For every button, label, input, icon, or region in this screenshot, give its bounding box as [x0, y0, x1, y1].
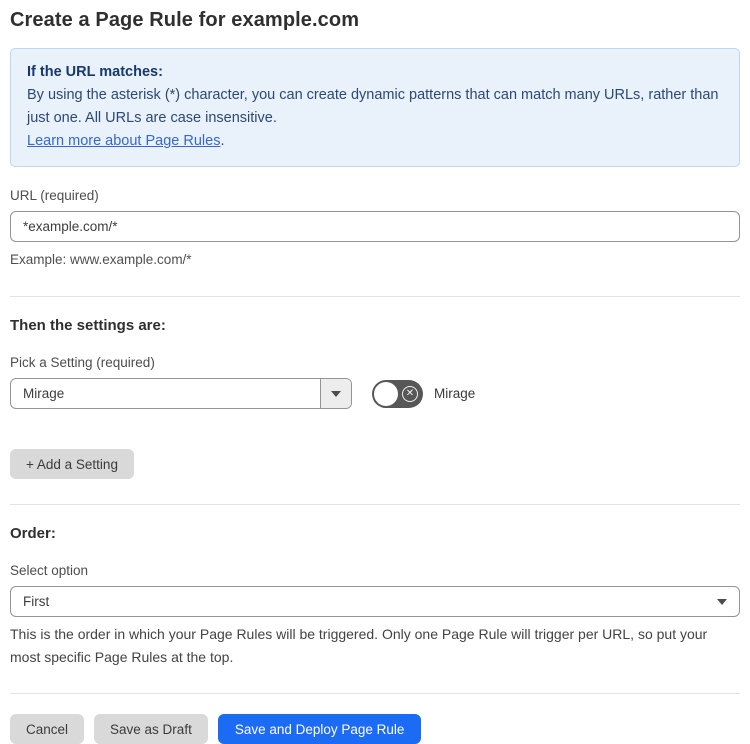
info-box-heading: If the URL matches: — [27, 64, 163, 80]
learn-more-link[interactable]: Learn more about Page Rules — [27, 133, 220, 149]
order-select[interactable]: First — [10, 586, 740, 617]
setting-picker-caret-button[interactable] — [320, 379, 351, 408]
footer-actions: Cancel Save as Draft Save and Deploy Pag… — [10, 714, 740, 744]
divider — [10, 693, 740, 694]
divider — [10, 504, 740, 505]
setting-picker-dropdown[interactable]: Mirage — [10, 378, 352, 409]
save-as-draft-button[interactable]: Save as Draft — [94, 714, 208, 744]
url-match-info-box: If the URL matches: By using the asteris… — [10, 48, 740, 167]
caret-down-icon — [717, 598, 727, 605]
settings-section-heading: Then the settings are: — [10, 317, 166, 334]
url-example-helper: Example: www.example.com/* — [10, 252, 192, 267]
toggle-label: Mirage — [434, 386, 476, 401]
link-period: . — [220, 133, 225, 149]
setting-row: Mirage ✕ Mirage — [10, 378, 740, 409]
pick-setting-label: Pick a Setting (required) — [10, 355, 155, 370]
add-setting-button[interactable]: + Add a Setting — [10, 449, 134, 479]
order-select-value: First — [23, 594, 50, 609]
create-page-rule-form: Create a Page Rule for example.com If th… — [0, 0, 750, 744]
mirage-toggle[interactable]: ✕ — [372, 379, 423, 408]
order-section-heading: Order: — [10, 525, 56, 542]
cancel-button[interactable]: Cancel — [10, 714, 85, 744]
caret-down-icon — [331, 390, 341, 397]
info-box-link-row: Learn more about Page Rules. — [27, 130, 723, 153]
order-select-label: Select option — [10, 563, 89, 578]
info-box-body: By using the asterisk (*) character, you… — [27, 87, 719, 126]
divider — [10, 296, 740, 297]
save-and-deploy-button[interactable]: Save and Deploy Page Rule — [217, 714, 422, 744]
setting-picker-value: Mirage — [23, 386, 65, 401]
page-title: Create a Page Rule for example.com — [10, 9, 360, 31]
toggle-knob — [374, 381, 398, 406]
toggle-off-x-icon: ✕ — [402, 385, 418, 402]
url-field-label: URL (required) — [10, 188, 99, 203]
order-helper-text: This is the order in which your Page Rul… — [10, 626, 708, 665]
url-input[interactable]: *example.com/* — [10, 211, 740, 242]
